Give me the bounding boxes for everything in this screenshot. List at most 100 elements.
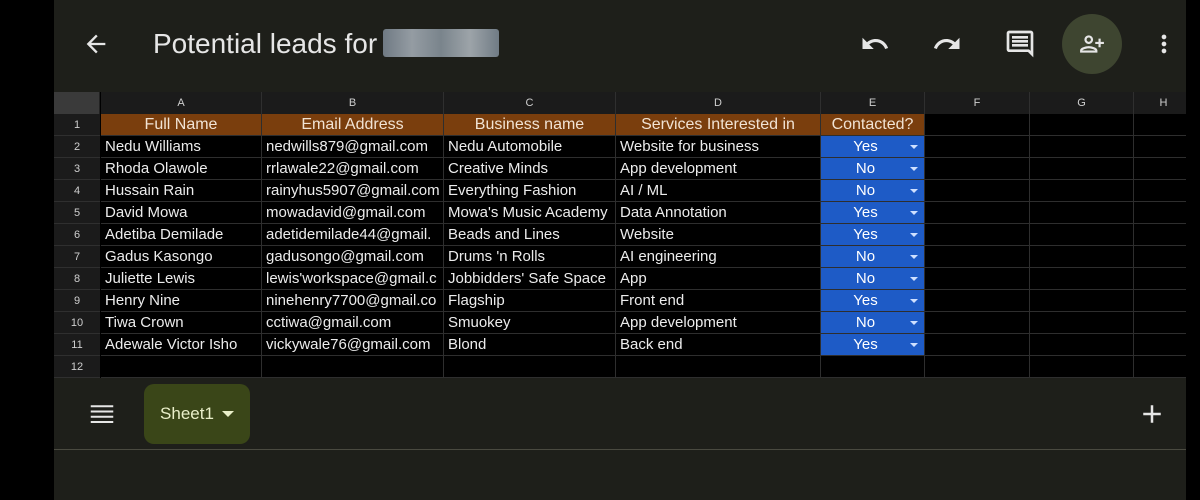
column-header-a[interactable]: A bbox=[101, 92, 262, 114]
empty-cell[interactable] bbox=[925, 224, 1030, 246]
empty-cell[interactable] bbox=[925, 290, 1030, 312]
contacted-dropdown-cell[interactable]: No bbox=[821, 158, 925, 180]
dropdown-arrow-icon[interactable] bbox=[910, 277, 918, 281]
empty-cell[interactable] bbox=[1030, 268, 1134, 290]
empty-cell[interactable] bbox=[1030, 290, 1134, 312]
empty-cell[interactable] bbox=[925, 268, 1030, 290]
empty-cell[interactable] bbox=[925, 334, 1030, 356]
data-cell[interactable]: Website bbox=[616, 224, 821, 246]
data-cell[interactable]: Gadus Kasongo bbox=[101, 246, 262, 268]
empty-cell[interactable] bbox=[925, 356, 1030, 378]
dropdown-arrow-icon[interactable] bbox=[910, 211, 918, 215]
dropdown-caret-icon[interactable] bbox=[221, 411, 234, 417]
undo-button[interactable] bbox=[855, 24, 895, 64]
empty-cell[interactable] bbox=[1134, 136, 1186, 158]
data-cell[interactable]: App bbox=[616, 268, 821, 290]
all-sheets-button[interactable] bbox=[82, 394, 122, 434]
data-cell[interactable]: AI engineering bbox=[616, 246, 821, 268]
data-cell[interactable]: rainyhus5907@gmail.com bbox=[262, 180, 444, 202]
empty-cell[interactable] bbox=[1134, 158, 1186, 180]
dropdown-arrow-icon[interactable] bbox=[910, 321, 918, 325]
empty-cell[interactable] bbox=[101, 356, 262, 378]
empty-cell[interactable] bbox=[1134, 114, 1186, 136]
data-cell[interactable]: Henry Nine bbox=[101, 290, 262, 312]
column-header-h[interactable]: H bbox=[1134, 92, 1186, 114]
empty-cell[interactable] bbox=[925, 202, 1030, 224]
empty-cell[interactable] bbox=[444, 356, 616, 378]
data-cell[interactable]: ninehenry7700@gmail.co bbox=[262, 290, 444, 312]
share-add-people-button[interactable] bbox=[1062, 14, 1122, 74]
comments-button[interactable] bbox=[1000, 24, 1040, 64]
data-cell[interactable]: Mowa's Music Academy bbox=[444, 202, 616, 224]
data-cell[interactable]: vickywale76@gmail.com bbox=[262, 334, 444, 356]
empty-cell[interactable] bbox=[821, 356, 925, 378]
row-header[interactable]: 5 bbox=[54, 202, 100, 224]
data-cell[interactable]: cctiwa@gmail.com bbox=[262, 312, 444, 334]
empty-cell[interactable] bbox=[1030, 114, 1134, 136]
row-header[interactable]: 9 bbox=[54, 290, 100, 312]
empty-cell[interactable] bbox=[925, 180, 1030, 202]
data-cell[interactable]: Adetiba Demilade bbox=[101, 224, 262, 246]
more-options-button[interactable] bbox=[1144, 24, 1184, 64]
empty-cell[interactable] bbox=[1030, 334, 1134, 356]
header-cell[interactable]: Business name bbox=[444, 114, 616, 136]
empty-cell[interactable] bbox=[1030, 202, 1134, 224]
data-cell[interactable]: Tiwa Crown bbox=[101, 312, 262, 334]
empty-cell[interactable] bbox=[1134, 268, 1186, 290]
row-header[interactable]: 11 bbox=[54, 334, 100, 356]
empty-cell[interactable] bbox=[925, 114, 1030, 136]
document-title[interactable]: Potential leads for bbox=[153, 24, 500, 64]
contacted-dropdown-cell[interactable]: Yes bbox=[821, 224, 925, 246]
data-cell[interactable]: Website for business bbox=[616, 136, 821, 158]
data-cell[interactable]: Everything Fashion bbox=[444, 180, 616, 202]
data-cell[interactable]: Hussain Rain bbox=[101, 180, 262, 202]
column-header-b[interactable]: B bbox=[262, 92, 444, 114]
data-cell[interactable]: App development bbox=[616, 312, 821, 334]
data-cell[interactable]: Drums 'n Rolls bbox=[444, 246, 616, 268]
data-cell[interactable]: nedwills879@gmail.com bbox=[262, 136, 444, 158]
empty-cell[interactable] bbox=[925, 158, 1030, 180]
empty-cell[interactable] bbox=[1134, 290, 1186, 312]
contacted-dropdown-cell[interactable]: No bbox=[821, 246, 925, 268]
add-sheet-button[interactable] bbox=[1132, 394, 1172, 434]
row-header[interactable]: 4 bbox=[54, 180, 100, 202]
contacted-dropdown-cell[interactable]: Yes bbox=[821, 334, 925, 356]
empty-cell[interactable] bbox=[1134, 312, 1186, 334]
row-header[interactable]: 8 bbox=[54, 268, 100, 290]
header-cell[interactable]: Services Interested in bbox=[616, 114, 821, 136]
empty-cell[interactable] bbox=[1030, 356, 1134, 378]
empty-cell[interactable] bbox=[262, 356, 444, 378]
contacted-dropdown-cell[interactable]: Yes bbox=[821, 136, 925, 158]
data-cell[interactable]: Data Annotation bbox=[616, 202, 821, 224]
data-cell[interactable]: adetidemilade44@gmail. bbox=[262, 224, 444, 246]
data-cell[interactable]: Nedu Automobile bbox=[444, 136, 616, 158]
empty-cell[interactable] bbox=[1134, 224, 1186, 246]
empty-cell[interactable] bbox=[1134, 202, 1186, 224]
data-cell[interactable]: Flagship bbox=[444, 290, 616, 312]
empty-cell[interactable] bbox=[1030, 180, 1134, 202]
data-cell[interactable]: Jobbidders' Safe Space bbox=[444, 268, 616, 290]
back-button[interactable] bbox=[76, 24, 116, 64]
data-cell[interactable]: rrlawale22@gmail.com bbox=[262, 158, 444, 180]
contacted-dropdown-cell[interactable]: No bbox=[821, 180, 925, 202]
dropdown-arrow-icon[interactable] bbox=[910, 167, 918, 171]
data-cell[interactable]: Front end bbox=[616, 290, 821, 312]
data-cell[interactable]: Adewale Victor Isho bbox=[101, 334, 262, 356]
dropdown-arrow-icon[interactable] bbox=[910, 255, 918, 259]
data-cell[interactable]: Back end bbox=[616, 334, 821, 356]
empty-cell[interactable] bbox=[1030, 158, 1134, 180]
dropdown-arrow-icon[interactable] bbox=[910, 343, 918, 347]
row-header[interactable]: 3 bbox=[54, 158, 100, 180]
empty-cell[interactable] bbox=[925, 312, 1030, 334]
data-cell[interactable]: mowadavid@gmail.com bbox=[262, 202, 444, 224]
data-cell[interactable]: Blond bbox=[444, 334, 616, 356]
data-cell[interactable]: gadusongo@gmail.com bbox=[262, 246, 444, 268]
empty-cell[interactable] bbox=[1030, 136, 1134, 158]
data-cell[interactable]: App development bbox=[616, 158, 821, 180]
data-cell[interactable]: Rhoda Olawole bbox=[101, 158, 262, 180]
empty-cell[interactable] bbox=[1134, 180, 1186, 202]
dropdown-arrow-icon[interactable] bbox=[910, 299, 918, 303]
data-cell[interactable]: lewis'workspace@gmail.c bbox=[262, 268, 444, 290]
empty-cell[interactable] bbox=[1030, 246, 1134, 268]
row-header[interactable]: 12 bbox=[54, 356, 100, 378]
